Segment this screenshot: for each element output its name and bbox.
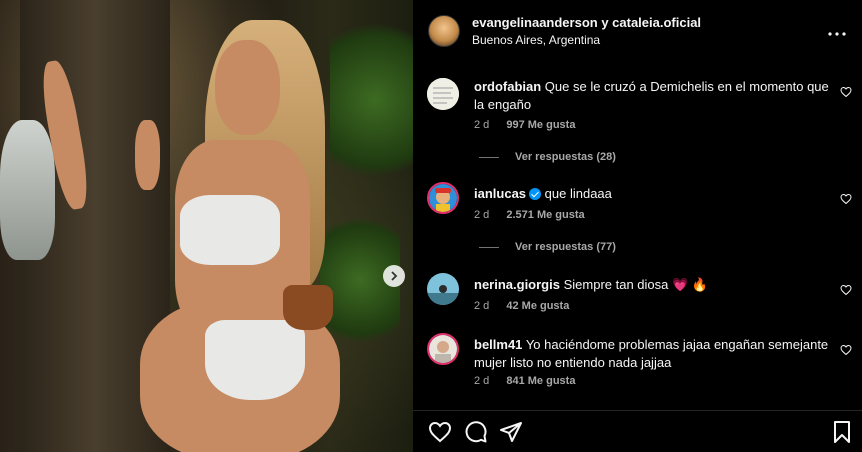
comment-username[interactable]: ordofabian — [474, 79, 541, 94]
replies-divider — [479, 246, 499, 248]
bookmark-icon[interactable] — [830, 420, 854, 444]
avatar-image — [429, 335, 457, 363]
author-username[interactable]: evangelinaanderson y cataleia.oficial — [472, 15, 701, 30]
avatar-image — [429, 184, 457, 212]
ellipsis-icon — [828, 32, 846, 36]
comment-meta: 2 d 2.571 Me gusta — [474, 209, 599, 221]
replies-divider — [479, 156, 499, 158]
verified-badge-icon — [529, 188, 542, 200]
comment-time: 2 d — [474, 209, 490, 221]
post-header: evangelinaanderson y cataleia.oficial Bu… — [413, 0, 862, 60]
comment-text: Siempre tan diosa 💗 🔥 — [563, 277, 708, 292]
like-comment-icon[interactable] — [840, 284, 852, 296]
hand — [135, 120, 160, 190]
comment-text: Yo haciéndome problemas jajaa engañan se… — [474, 337, 829, 370]
comment-likes[interactable]: 841 Me gusta — [506, 375, 575, 387]
comment-username[interactable]: ianlucas — [474, 186, 526, 201]
comment-likes[interactable]: 42 Me gusta — [506, 300, 569, 312]
view-replies-label: Ver respuestas (77) — [515, 241, 616, 253]
comment-meta: 2 d 841 Me gusta — [474, 375, 589, 387]
comment-body: ordofabian Que se le cruzó a Demichelis … — [474, 78, 829, 114]
avatar-image — [427, 273, 459, 305]
comment-body: bellm41 Yo haciéndome problemas jajaa en… — [474, 336, 829, 372]
comment-time: 2 d — [474, 300, 490, 312]
comment-body: ianlucas que lindaaa — [474, 185, 829, 203]
comment-avatar[interactable] — [427, 78, 459, 110]
comment-likes[interactable]: 997 Me gusta — [506, 119, 575, 131]
post-photo — [0, 0, 413, 452]
comment-likes[interactable]: 2.571 Me gusta — [506, 209, 584, 221]
comment-icon[interactable] — [464, 420, 488, 444]
comment-time: 2 d — [474, 119, 490, 131]
next-image-button[interactable] — [383, 265, 405, 287]
comment-meta: 2 d 997 Me gusta — [474, 119, 589, 131]
bird-statue — [0, 120, 55, 260]
comment-avatar[interactable] — [427, 182, 459, 214]
foliage — [330, 0, 413, 200]
face — [215, 40, 280, 135]
comment-avatar[interactable] — [427, 333, 459, 365]
post-actions-bar — [413, 410, 862, 452]
like-comment-icon[interactable] — [840, 344, 852, 356]
like-comment-icon[interactable] — [840, 86, 852, 98]
comment-text: que lindaaa — [544, 186, 612, 201]
comment-meta: 2 d 42 Me gusta — [474, 300, 583, 312]
chevron-right-icon — [391, 271, 398, 281]
bottom-garment — [205, 320, 305, 400]
comment-username[interactable]: bellm41 — [474, 337, 522, 352]
post-location[interactable]: Buenos Aires, Argentina — [472, 33, 600, 47]
post-panel: evangelinaanderson y cataleia.oficial Bu… — [413, 0, 862, 452]
avatar-image — [427, 78, 459, 110]
heart-icon[interactable] — [428, 420, 452, 444]
view-replies-button[interactable]: Ver respuestas (28) — [479, 151, 616, 163]
top-garment — [180, 195, 280, 265]
comment-username[interactable]: nerina.giorgis — [474, 277, 560, 292]
view-replies-button[interactable]: Ver respuestas (77) — [479, 241, 616, 253]
author-avatar[interactable] — [428, 15, 460, 47]
view-replies-label: Ver respuestas (28) — [515, 151, 616, 163]
comment-body: nerina.giorgis Siempre tan diosa 💗 🔥 — [474, 276, 829, 294]
like-comment-icon[interactable] — [840, 193, 852, 205]
flower-pot — [283, 285, 333, 330]
comments-list: ordofabian Que se le cruzó a Demichelis … — [413, 60, 862, 410]
share-icon[interactable] — [499, 420, 523, 444]
comment-avatar[interactable] — [427, 273, 459, 305]
comment-time: 2 d — [474, 375, 490, 387]
more-options-button[interactable] — [828, 20, 846, 41]
